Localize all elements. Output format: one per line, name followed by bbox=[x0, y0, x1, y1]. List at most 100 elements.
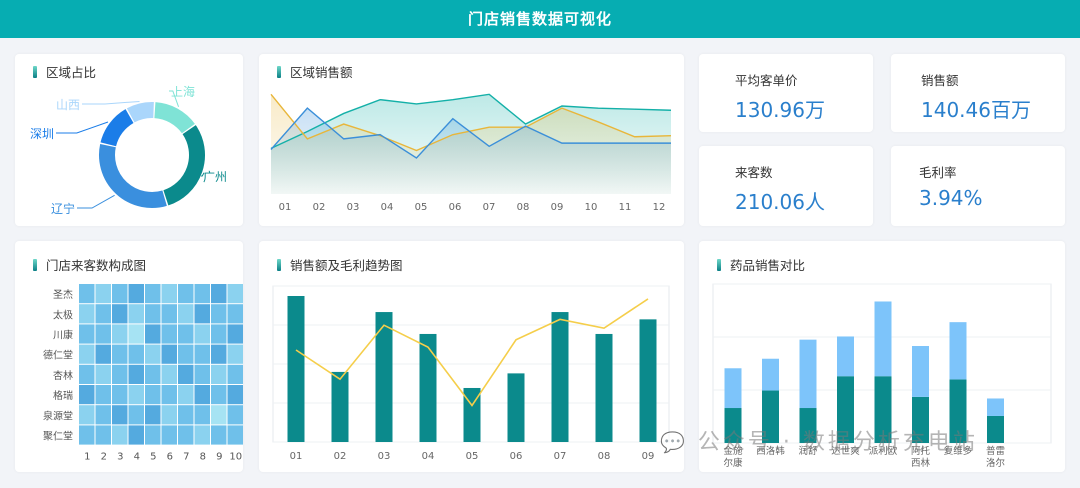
region-share-card: 区域占比 上海 广州 辽宁 深圳 山西 bbox=[15, 54, 243, 226]
heatmap-cell bbox=[95, 364, 111, 384]
x-tick-label: 普雷 bbox=[986, 445, 1005, 457]
heatmap-cell bbox=[79, 405, 95, 425]
heatmap-cell bbox=[161, 324, 177, 344]
heatmap-cell bbox=[161, 284, 177, 304]
heatmap-cell bbox=[194, 425, 210, 445]
heatmap-cell bbox=[95, 405, 111, 425]
heatmap-cell bbox=[178, 344, 194, 364]
heatmap-col-label: 3 bbox=[117, 452, 123, 463]
bar bbox=[639, 319, 657, 442]
heatmap-cell bbox=[128, 284, 144, 304]
x-tick-label: 09 bbox=[551, 202, 564, 213]
heatmap-cell bbox=[95, 425, 111, 445]
heatmap-row-label: 杏林 bbox=[53, 369, 73, 382]
page-title: 门店销售数据可视化 bbox=[467, 10, 612, 28]
x-tick-label: 03 bbox=[378, 451, 391, 462]
heatmap-cell bbox=[128, 364, 144, 384]
bar-segment bbox=[837, 336, 854, 377]
kpi-label: 毛利率 bbox=[919, 165, 957, 180]
heatmap-cell bbox=[194, 364, 210, 384]
heatmap-cell bbox=[178, 324, 194, 344]
heatmap-cell bbox=[112, 344, 128, 364]
x-tick-label: 07 bbox=[483, 202, 496, 213]
heatmap-cell bbox=[112, 324, 128, 344]
x-tick-label: 10 bbox=[585, 202, 598, 213]
heatmap-cell bbox=[227, 324, 243, 344]
heatmap-col-label: 10 bbox=[229, 452, 242, 463]
heatmap-cell bbox=[145, 425, 161, 445]
heatmap-cell bbox=[128, 344, 144, 364]
x-tick-label: 03 bbox=[347, 202, 360, 213]
heatmap-cell bbox=[211, 364, 227, 384]
donut-slice bbox=[163, 125, 205, 206]
heatmap-cell bbox=[112, 304, 128, 324]
kpi-card-margin: 毛利率 3.94% bbox=[891, 146, 1065, 226]
heatmap-row-label: 聚仁堂 bbox=[43, 431, 73, 443]
heatmap-cell bbox=[227, 304, 243, 324]
x-tick-label: 西林 bbox=[911, 457, 931, 469]
title-mark-icon bbox=[33, 258, 37, 271]
heatmap-cell bbox=[128, 324, 144, 344]
heatmap-cell bbox=[145, 324, 161, 344]
dashboard-header: 门店销售数据可视化 bbox=[0, 0, 1080, 38]
heatmap-col-label: 4 bbox=[134, 452, 140, 463]
heatmap-cell bbox=[145, 385, 161, 405]
heatmap-col-label: 5 bbox=[150, 452, 156, 463]
region-sales-card: 区域销售额 01 02 03 04 05 06 07 08 09 10 11 12 bbox=[259, 54, 684, 226]
heatmap-cell bbox=[178, 425, 194, 445]
x-tick-label: 04 bbox=[381, 202, 394, 213]
donut-slice bbox=[99, 143, 167, 208]
heatmap-cell bbox=[112, 405, 128, 425]
heatmap-cell bbox=[178, 385, 194, 405]
x-tick-label: 06 bbox=[449, 202, 462, 213]
bar bbox=[287, 296, 305, 442]
heatmap-col-label: 8 bbox=[200, 452, 206, 463]
x-tick-label: 05 bbox=[466, 451, 479, 462]
bar-segment bbox=[912, 346, 929, 397]
heatmap-cell bbox=[79, 284, 95, 304]
heatmap-cell bbox=[211, 284, 227, 304]
region-sales-title: 区域销售额 bbox=[277, 62, 353, 81]
x-tick-label: 01 bbox=[290, 451, 303, 462]
sales-trend-title: 销售额及毛利趋势图 bbox=[277, 255, 403, 274]
heatmap-cell bbox=[79, 385, 95, 405]
bar-segment bbox=[949, 322, 967, 380]
donut-slice-label: 山西 bbox=[56, 98, 80, 112]
x-tick-label: 尔康 bbox=[723, 457, 743, 469]
heatmap-cell bbox=[227, 425, 243, 445]
heatmap-cell bbox=[95, 385, 111, 405]
heatmap-cell bbox=[79, 425, 95, 445]
donut-slice-label: 辽宁 bbox=[51, 201, 75, 216]
store-traffic-title: 门店来客数构成图 bbox=[33, 255, 146, 274]
heatmap-cell bbox=[211, 324, 227, 344]
heatmap-cell bbox=[161, 425, 177, 445]
heatmap-cell bbox=[145, 364, 161, 384]
heatmap-row-label: 太极 bbox=[53, 308, 73, 321]
bar bbox=[551, 312, 569, 442]
heatmap-cell bbox=[161, 344, 177, 364]
heatmap-cell bbox=[161, 304, 177, 324]
donut-slice bbox=[126, 102, 154, 123]
heatmap-col-label: 7 bbox=[183, 452, 189, 463]
donut-slice-label: 广州 bbox=[203, 170, 227, 184]
watermark: 💬 公众号 · 数据分析充电站 bbox=[660, 430, 978, 455]
heatmap-row-label: 圣杰 bbox=[53, 289, 73, 301]
heatmap-cell bbox=[211, 344, 227, 364]
heatmap-cell bbox=[161, 405, 177, 425]
heatmap-cell bbox=[95, 344, 111, 364]
donut-leader-line bbox=[56, 121, 109, 134]
heatmap-cell bbox=[79, 324, 95, 344]
sales-trend-card: 销售额及毛利趋势图 01 02 03 04 05 06 07 08 09 bbox=[259, 241, 684, 472]
x-tick-label: 05 bbox=[415, 202, 428, 213]
x-tick-label: 11 bbox=[619, 202, 632, 213]
drug-sales-title: 药品销售对比 bbox=[717, 255, 805, 274]
heatmap-cell bbox=[178, 405, 194, 425]
donut-slice bbox=[154, 102, 195, 134]
region-share-title: 区域占比 bbox=[33, 62, 96, 81]
donut-slice-label: 深圳 bbox=[30, 127, 54, 141]
donut-slice bbox=[100, 109, 134, 147]
x-tick-label: 02 bbox=[334, 451, 347, 462]
heatmap-cell bbox=[112, 425, 128, 445]
heatmap-cell bbox=[194, 284, 210, 304]
kpi-value: 210.06人 bbox=[735, 190, 825, 214]
